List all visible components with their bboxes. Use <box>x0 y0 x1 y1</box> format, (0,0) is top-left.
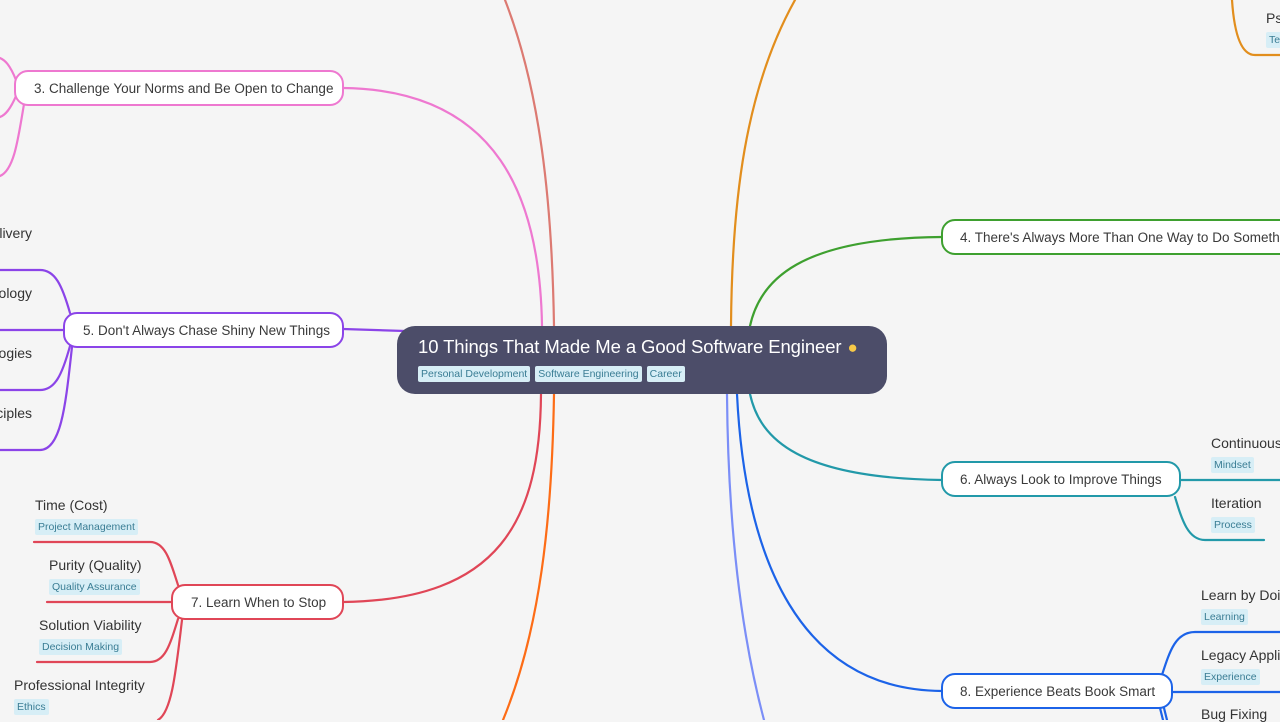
branch-node-more-than-one-way[interactable]: 4. There's Always More Than One Way to D… <box>941 219 1280 255</box>
edge-b3-leaf <box>0 56 18 82</box>
leaf-node[interactable]: ogies <box>0 345 32 361</box>
edge-b5-leaf <box>0 345 74 452</box>
branch-node-experience-beats-book-smart[interactable]: 8. Experience Beats Book Smart <box>941 673 1173 709</box>
root-tag[interactable]: Software Engineering <box>535 366 642 382</box>
leaf-tag[interactable]: Quality Assurance <box>49 579 140 595</box>
leaf-tag[interactable]: Decision Making <box>39 639 123 655</box>
branch-label: 8. Experience Beats Book Smart <box>960 683 1156 699</box>
branch-node-challenge-norms[interactable]: 3. Challenge Your Norms and Be Open to C… <box>14 70 344 106</box>
leaf-node-purity-quality[interactable]: Purity (Quality) Quality Assurance <box>49 557 142 595</box>
leaf-title: ciples <box>0 405 32 421</box>
edge-root-b5 <box>341 327 407 333</box>
leaf-node-iteration[interactable]: Iteration Process <box>1211 495 1262 533</box>
branch-label: 6. Always Look to Improve Things <box>960 471 1162 487</box>
root-tags: Personal Development Software Engineerin… <box>418 366 887 382</box>
leaf-tag[interactable]: Te <box>1266 32 1280 48</box>
leaf-node[interactable]: ciples <box>0 405 32 421</box>
leaf-node[interactable]: livery <box>0 225 32 241</box>
root-title-text: 10 Things That Made Me a Good Software E… <box>418 336 842 357</box>
edge-top-right <box>729 0 797 328</box>
leaf-title: livery <box>0 225 32 241</box>
leaf-node-legacy-applications[interactable]: Legacy Applic Experience <box>1201 647 1280 685</box>
edge-root-b6 <box>748 392 944 482</box>
branch-label: 4. There's Always More Than One Way to D… <box>960 229 1280 245</box>
lightbulb-icon: ● <box>847 338 858 357</box>
leaf-title: Continuous <box>1211 435 1280 451</box>
leaf-tag[interactable]: Process <box>1211 517 1255 533</box>
leaf-title: Time (Cost) <box>35 497 108 513</box>
branch-node-learn-when-to-stop[interactable]: 7. Learn When to Stop <box>171 584 344 620</box>
edge-b8-leaf <box>1162 706 1169 720</box>
root-tag[interactable]: Personal Development <box>418 366 531 382</box>
root-tag[interactable]: Career <box>646 366 685 382</box>
edge-root-b8 <box>735 392 944 693</box>
leaf-tag[interactable]: Experience <box>1201 669 1260 685</box>
edge-bottom-right <box>725 392 766 720</box>
branch-label: 3. Challenge Your Norms and Be Open to C… <box>34 80 334 96</box>
leaf-tag[interactable]: Project Management <box>35 519 138 535</box>
leaf-title: Professional Integrity <box>14 677 145 693</box>
edge-b8-leaf <box>1158 706 1165 720</box>
leaf-title: ogies <box>0 345 32 361</box>
leaf-node-solution-viability[interactable]: Solution Viability Decision Making <box>39 617 141 655</box>
edge-root-b3 <box>341 86 544 328</box>
leaf-title: Purity (Quality) <box>49 557 142 573</box>
leaf-title: Iteration <box>1211 495 1262 511</box>
leaf-node-continuous[interactable]: Continuous Mindset <box>1211 435 1280 473</box>
leaf-title: Legacy Applic <box>1201 647 1280 663</box>
leaf-node-time-cost[interactable]: Time (Cost) Project Management <box>35 497 138 535</box>
leaf-title: Learn by Doin <box>1201 587 1280 603</box>
edge-b7-leaf <box>156 618 184 720</box>
root-node[interactable]: 10 Things That Made Me a Good Software E… <box>397 326 887 394</box>
edge-root-b7 <box>341 392 543 604</box>
branch-node-shiny-new-things[interactable]: 5. Don't Always Chase Shiny New Things <box>63 312 344 348</box>
branch-label: 7. Learn When to Stop <box>191 594 327 610</box>
leaf-node-top-right[interactable]: Ps Te <box>1266 10 1280 48</box>
branch-label: 5. Don't Always Chase Shiny New Things <box>83 322 330 338</box>
root-title: 10 Things That Made Me a Good Software E… <box>418 336 887 358</box>
edge-bottom-left <box>501 392 556 720</box>
leaf-node-professional-integrity[interactable]: Professional Integrity Ethics <box>14 677 145 715</box>
branch-node-improve-things[interactable]: 6. Always Look to Improve Things <box>941 461 1181 497</box>
leaf-node[interactable]: ology <box>0 285 32 301</box>
leaf-tag[interactable]: Learning <box>1201 609 1248 625</box>
edge-top-left <box>503 0 556 328</box>
leaf-tag[interactable]: Mindset <box>1211 457 1254 473</box>
leaf-title: ology <box>0 285 32 301</box>
leaf-title: Ps <box>1266 10 1280 26</box>
edge-root-b4 <box>748 235 944 328</box>
leaf-title: Solution Viability <box>39 617 142 633</box>
leaf-node-learn-by-doing[interactable]: Learn by Doin Learning <box>1201 587 1280 625</box>
leaf-tag[interactable]: Ethics <box>14 699 49 715</box>
edge-b3-leaf <box>0 94 18 119</box>
